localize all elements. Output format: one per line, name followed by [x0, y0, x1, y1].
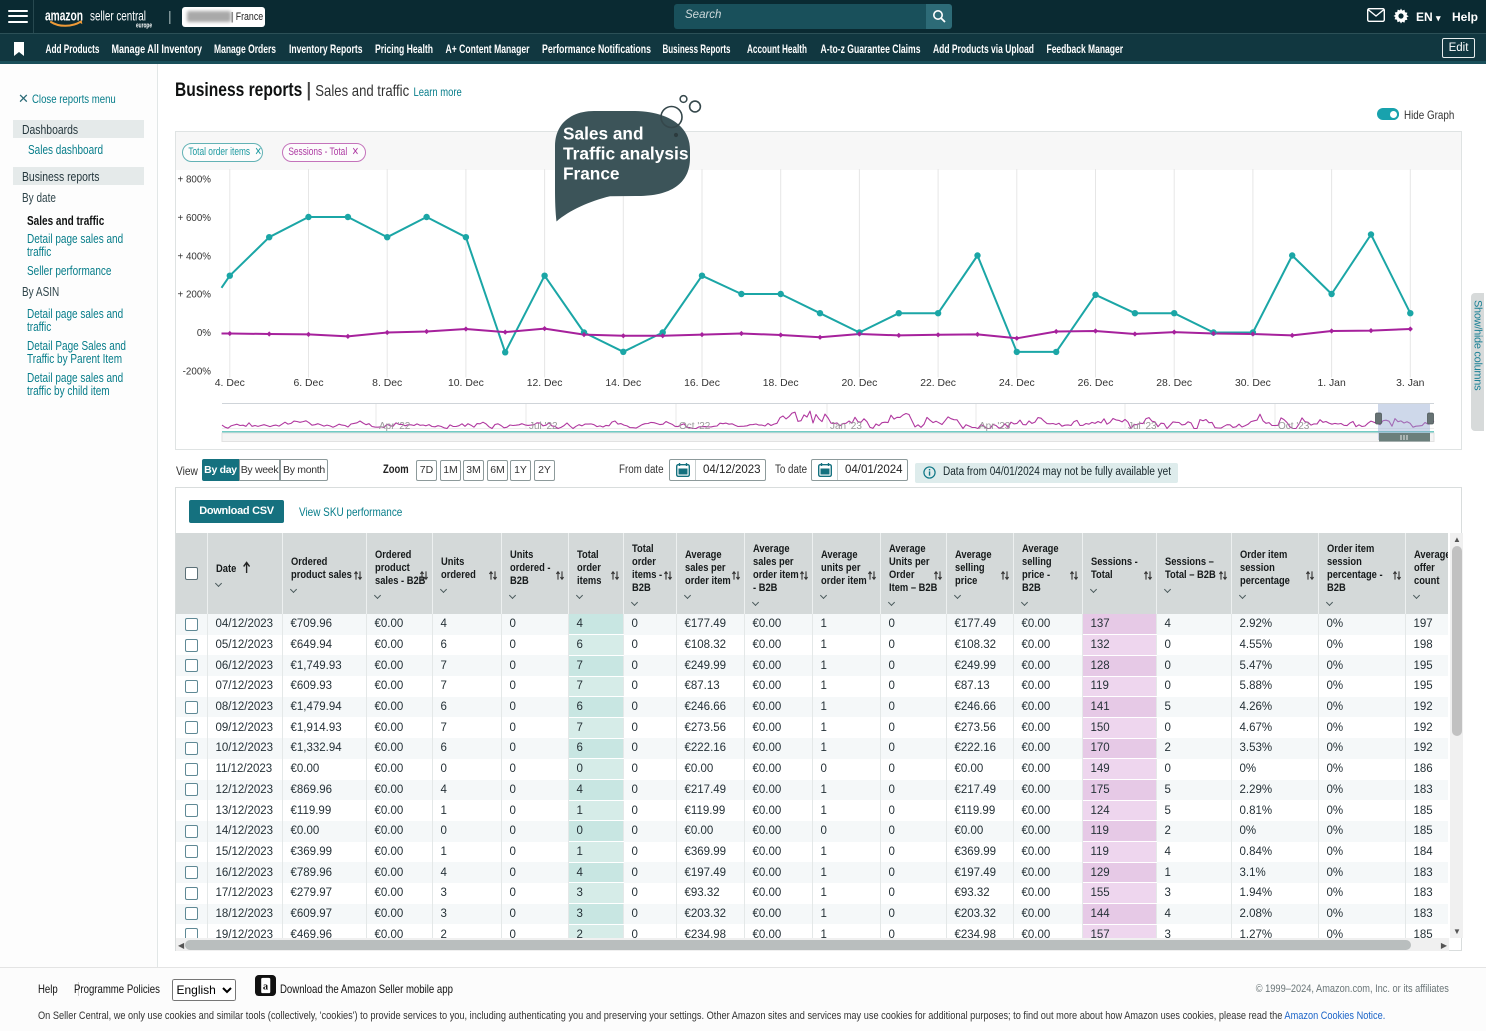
- svg-text:A-to-z Guarantee Claims: A-to-z Guarantee Claims: [821, 42, 921, 56]
- svg-text:Add Products: Add Products: [46, 42, 100, 56]
- svg-text:a: a: [263, 981, 269, 992]
- svg-text:Account Health: Account Health: [747, 42, 807, 56]
- svg-text:France: France: [563, 164, 620, 184]
- svg-text:Add Products via Upload: Add Products via Upload: [933, 42, 1034, 56]
- svg-text:A+ Content Manager: A+ Content Manager: [446, 42, 530, 56]
- svg-text:europe: europe: [136, 21, 152, 30]
- svg-text:Inventory Reports: Inventory Reports: [289, 42, 363, 56]
- svg-text:Manage All Inventory: Manage All Inventory: [112, 42, 203, 56]
- svg-text:Performance Notifications: Performance Notifications: [542, 42, 651, 56]
- svg-text:Business Reports: Business Reports: [663, 42, 731, 56]
- svg-text:Pricing Health: Pricing Health: [375, 42, 433, 56]
- svg-text:Feedback Manager: Feedback Manager: [1047, 42, 1124, 56]
- svg-text:Manage Orders: Manage Orders: [214, 42, 276, 56]
- svg-text:Sales and: Sales and: [563, 124, 644, 144]
- svg-text:Traffic analysis: Traffic analysis: [563, 144, 689, 164]
